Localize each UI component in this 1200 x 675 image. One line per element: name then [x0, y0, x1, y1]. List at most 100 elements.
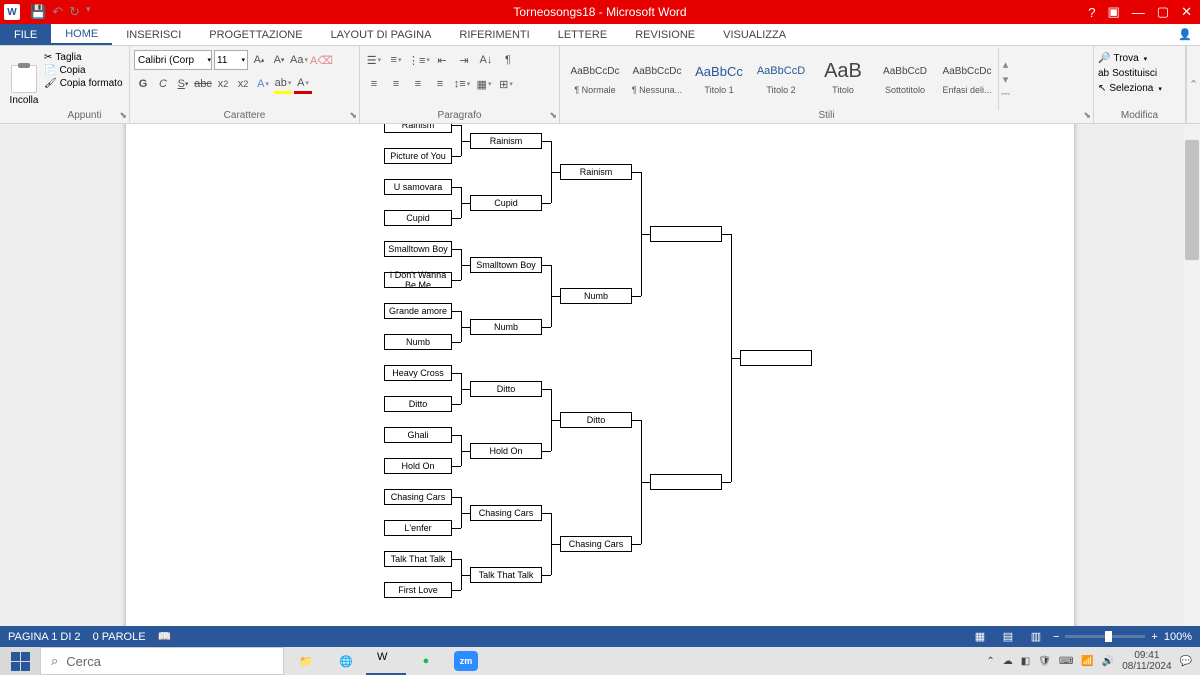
styles-dialog-icon[interactable]: ⬊ [1083, 110, 1091, 121]
bracket-cell[interactable]: Hold On [384, 458, 452, 474]
bracket-cell[interactable]: Ditto [560, 412, 632, 428]
minimize-icon[interactable]: — [1132, 5, 1145, 20]
shrink-font-button[interactable]: A▾ [270, 50, 288, 70]
superscript-button[interactable]: x2 [234, 74, 252, 94]
font-color-button[interactable]: A [294, 74, 312, 94]
bracket-cell[interactable]: Numb [560, 288, 632, 304]
clear-format-button[interactable]: A⌫ [310, 50, 333, 70]
bracket-cell[interactable]: Chasing Cars [470, 505, 542, 521]
clipboard-dialog-icon[interactable]: ⬊ [119, 110, 127, 121]
notifications-icon[interactable]: 💬 [1180, 656, 1192, 667]
zoom-slider[interactable] [1065, 635, 1145, 638]
outdent-button[interactable]: ⇤ [432, 50, 452, 70]
style-item[interactable]: AaBTitolo [813, 50, 873, 102]
spotify-icon[interactable]: ● [406, 647, 446, 675]
chrome-icon[interactable]: 🌐 [326, 647, 366, 675]
paste-button[interactable]: Incolla [4, 48, 44, 123]
style-item[interactable]: AaBbCcDcEnfasi deli... [937, 50, 997, 102]
zoom-icon[interactable]: zm [454, 651, 478, 671]
maximize-icon[interactable]: ▢ [1157, 4, 1169, 20]
volume-icon[interactable]: 🔊 [1102, 656, 1114, 667]
tab-design[interactable]: PROGETTAZIONE [195, 24, 316, 45]
bracket-cell[interactable]: Numb [384, 334, 452, 350]
style-item[interactable]: AaBbCcDTitolo 2 [751, 50, 811, 102]
bracket-cell[interactable]: Ditto [384, 396, 452, 412]
help-icon[interactable]: ? [1088, 5, 1095, 20]
bracket-cell[interactable]: Ditto [470, 381, 542, 397]
bullets-button[interactable]: ☰ [364, 50, 384, 70]
bracket-cell[interactable]: I Don't Wanna Be Me [384, 272, 452, 288]
zoom-in-button[interactable]: + [1151, 631, 1157, 643]
shading-button[interactable]: ▦ [474, 74, 494, 94]
paragraph-dialog-icon[interactable]: ⬊ [549, 110, 557, 121]
taskbar-search[interactable]: ⌕ Cerca [40, 647, 284, 675]
bold-button[interactable]: G [134, 74, 152, 94]
read-mode-icon[interactable]: ▦ [969, 629, 991, 645]
bracket-cell[interactable]: Smalltown Boy [384, 241, 452, 257]
bracket-cell[interactable]: Talk That Talk [384, 551, 452, 567]
align-right-button[interactable]: ≡ [408, 74, 428, 94]
bracket-cell[interactable]: Grande amore [384, 303, 452, 319]
multilevel-button[interactable]: ⋮≡ [408, 50, 430, 70]
page-indicator[interactable]: PAGINA 1 DI 2 [8, 631, 81, 643]
subscript-button[interactable]: x2 [214, 74, 232, 94]
justify-button[interactable]: ≡ [430, 74, 450, 94]
vertical-scrollbar[interactable] [1184, 124, 1200, 626]
bracket-cell[interactable]: Chasing Cars [384, 489, 452, 505]
replace-button[interactable]: abSostituisci [1098, 67, 1181, 80]
qat-more-icon[interactable]: ▾ [86, 4, 91, 20]
bracket-cell[interactable]: Rainism [470, 133, 542, 149]
sort-button[interactable]: A↓ [476, 50, 496, 70]
underline-button[interactable]: S▾ [174, 74, 192, 94]
style-item[interactable]: AaBbCcDc¶ Normale [565, 50, 625, 102]
bracket-cell[interactable]: Rainism [560, 164, 632, 180]
page[interactable]: RainismPicture of YouU samovaraCupidSmal… [125, 124, 1075, 626]
explorer-icon[interactable]: 📁 [286, 647, 326, 675]
format-painter-button[interactable]: 🖌Copia formato [44, 78, 125, 89]
undo-icon[interactable]: ↶ [52, 4, 63, 20]
bracket-cell[interactable]: First Love [384, 582, 452, 598]
bracket-cell[interactable]: Picture of You [384, 148, 452, 164]
tab-view[interactable]: VISUALIZZA [709, 24, 800, 45]
font-name-select[interactable]: Calibri (Corp▾ [134, 50, 212, 70]
text-effects-button[interactable]: A [254, 74, 272, 94]
align-center-button[interactable]: ≡ [386, 74, 406, 94]
bracket-cell[interactable]: Talk That Talk [470, 567, 542, 583]
word-app-icon[interactable]: W [366, 647, 406, 675]
font-size-select[interactable]: 11▾ [214, 50, 248, 70]
bracket-cell[interactable]: Chasing Cars [560, 536, 632, 552]
zoom-value[interactable]: 100% [1164, 631, 1192, 643]
print-layout-icon[interactable]: ▤ [997, 629, 1019, 645]
clock[interactable]: 09:41 08/11/2024 [1122, 650, 1171, 672]
tab-layout[interactable]: LAYOUT DI PAGINA [317, 24, 446, 45]
tray-app-icon[interactable]: ◧ [1021, 656, 1030, 667]
close-icon[interactable]: ✕ [1181, 4, 1192, 20]
bracket-cell[interactable]: Numb [470, 319, 542, 335]
borders-button[interactable]: ⊞ [496, 74, 516, 94]
tab-references[interactable]: RIFERIMENTI [445, 24, 543, 45]
bracket-cell[interactable]: L'enfer [384, 520, 452, 536]
align-left-button[interactable]: ≡ [364, 74, 384, 94]
bracket-cell[interactable]: Ghali [384, 427, 452, 443]
find-button[interactable]: 🔎Trova▾ [1098, 52, 1181, 65]
numbering-button[interactable]: ≡ [386, 50, 406, 70]
account-icon[interactable]: 👤 [1170, 24, 1200, 45]
bracket-cell[interactable]: Smalltown Boy [470, 257, 542, 273]
style-item[interactable]: AaBbCcTitolo 1 [689, 50, 749, 102]
onedrive-icon[interactable]: ☁ [1003, 656, 1013, 667]
security-icon[interactable]: 🛡 [1038, 656, 1051, 667]
tray-chevron-icon[interactable]: ⌃ [986, 656, 994, 667]
tab-insert[interactable]: INSERISCI [112, 24, 195, 45]
show-marks-button[interactable]: ¶ [498, 50, 518, 70]
bracket-cell[interactable]: Cupid [384, 210, 452, 226]
ribbon-options-icon[interactable]: ▣ [1108, 4, 1120, 20]
collapse-ribbon-icon[interactable]: ⌃ [1186, 46, 1200, 123]
bracket-cell[interactable]: Hold On [470, 443, 542, 459]
bracket-cell[interactable] [650, 474, 722, 490]
save-icon[interactable]: 💾 [30, 4, 46, 20]
styles-more-button[interactable]: ▴▾⎓ [998, 48, 1012, 110]
tab-mailings[interactable]: LETTERE [544, 24, 622, 45]
word-count[interactable]: 0 PAROLE [93, 631, 146, 643]
style-item[interactable]: AaBbCcDc¶ Nessuna... [627, 50, 687, 102]
bracket-cell[interactable] [740, 350, 812, 366]
